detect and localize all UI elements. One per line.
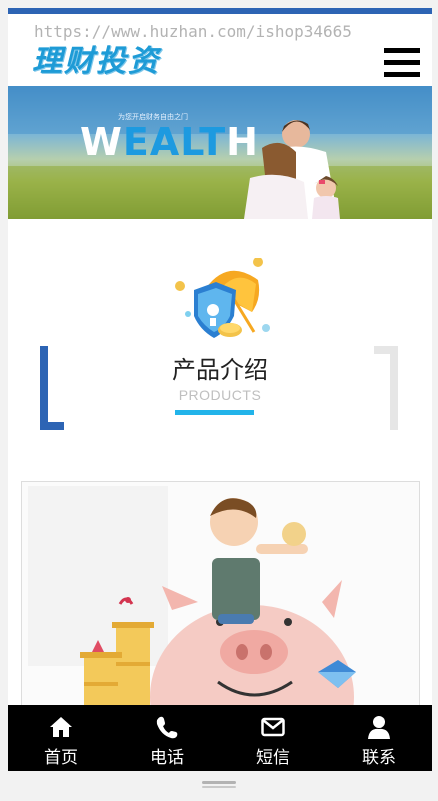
nav-item-contact[interactable]: 联系 (326, 705, 432, 771)
mail-icon (261, 717, 285, 737)
nav-label-sms: 短信 (256, 748, 290, 768)
phone-icon (156, 716, 178, 739)
umbrella-shield-coin-icon (175, 258, 270, 338)
page: 理财投资 https://www.huzhan.com/ishop34665 为… (0, 0, 438, 801)
home-icon (50, 717, 72, 737)
drag-handle[interactable] (202, 781, 236, 784)
section-subtitle: PRODUCTS (178, 387, 262, 403)
nav-label-contact: 联系 (362, 748, 396, 768)
banner-word-part2: EALT (122, 120, 227, 164)
hero-banner[interactable]: 为您开启财务自由之门 WEALTH (8, 86, 432, 219)
watermark-text: https://www.huzhan.com/ishop34665 (34, 22, 352, 41)
site-logo[interactable]: 理财投资 (32, 36, 160, 80)
hamburger-menu-icon[interactable] (384, 48, 420, 77)
section-title: 产品介绍 (172, 356, 268, 384)
nav-item-home[interactable]: 首页 (8, 705, 114, 771)
user-icon (368, 716, 390, 739)
right-bracket-decoration (374, 346, 398, 430)
nav-item-sms[interactable]: 短信 (220, 705, 326, 771)
banner-word-part3: H (226, 120, 259, 164)
title-underline (175, 410, 254, 415)
nav-item-phone[interactable]: 电话 (114, 705, 220, 771)
nav-label-phone: 电话 (150, 748, 184, 768)
banner-wealth-word: WEALTH (80, 120, 259, 164)
banner-word-part1: W (80, 120, 123, 164)
header: 理财投资 https://www.huzhan.com/ishop34665 (8, 14, 432, 87)
mobile-frame: 理财投资 https://www.huzhan.com/ishop34665 为… (8, 8, 432, 771)
bottom-nav-bar: 首页 电话 短信 联系 (8, 705, 432, 771)
nav-label-home: 首页 (44, 748, 78, 768)
drag-handle-line (202, 786, 236, 788)
left-bracket-decoration (40, 346, 64, 430)
